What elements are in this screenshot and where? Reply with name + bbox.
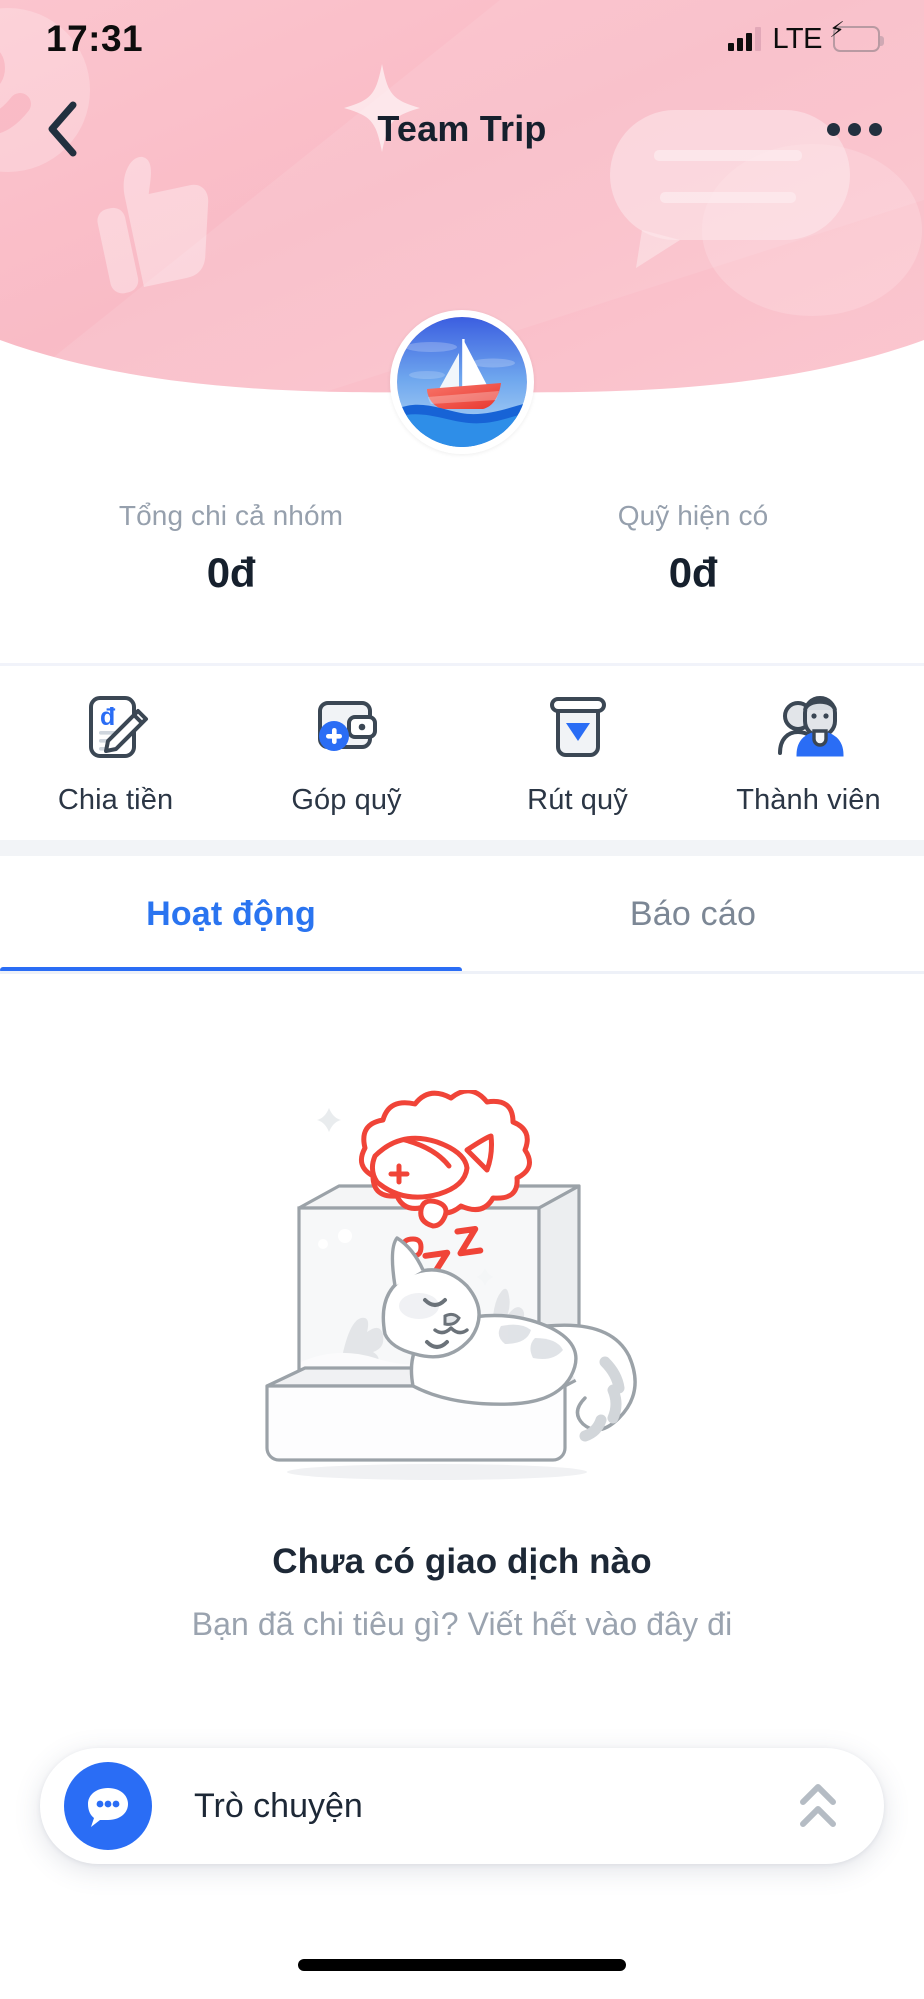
- stat-label: Tổng chi cả nhóm: [118, 500, 344, 531]
- network-type-label: LTE: [772, 22, 822, 55]
- empty-state: Chưa có giao dịch nào Bạn đã chi tiêu gì…: [0, 1090, 924, 1643]
- home-indicator: [298, 1959, 626, 1971]
- action-label: Chia tiền: [57, 783, 174, 816]
- more-horizontal-icon: [868, 122, 882, 136]
- group-avatar[interactable]: [390, 310, 534, 454]
- tab-bar-divider: [0, 971, 924, 974]
- chat-bar[interactable]: Trò chuyện: [40, 1748, 884, 1864]
- tab-label: Báo cáo: [629, 895, 757, 933]
- tab-activity[interactable]: Hoạt động: [0, 856, 462, 973]
- stat-value: 0đ: [668, 549, 718, 596]
- status-bar-clock: 17:31: [46, 18, 144, 59]
- stat-total-spent: Tổng chi cả nhóm 0đ: [0, 500, 462, 597]
- sailboat-avatar-icon: [397, 317, 527, 447]
- double-chevron-up-icon[interactable]: [790, 1778, 846, 1834]
- more-options-button[interactable]: [824, 99, 884, 159]
- stat-value: 0đ: [206, 549, 256, 596]
- quick-actions-row: đ Chia tiền Góp quỹ Rút quỹ Thành viên: [0, 666, 924, 840]
- tab-bar: Hoạt động Báo cáo: [0, 856, 924, 973]
- action-members[interactable]: Thành viên: [693, 690, 924, 817]
- status-bar-indicators: LTE ⚡: [728, 19, 884, 56]
- empty-state-subtitle: Bạn đã chi tiêu gì? Viết hết vào đây đi: [191, 1606, 733, 1642]
- stat-label: Quỹ hiện có: [617, 500, 769, 531]
- action-label: Thành viên: [736, 783, 881, 816]
- wallet-add-icon: [305, 690, 389, 764]
- more-horizontal-icon: [826, 122, 840, 136]
- action-split-bill[interactable]: đ Chia tiền: [0, 690, 231, 817]
- stat-current-fund: Quỹ hiện có 0đ: [462, 500, 924, 597]
- signal-bars-icon: [728, 27, 762, 51]
- group-stats: Tổng chi cả nhóm 0đ Quỹ hiện có 0đ: [0, 500, 924, 663]
- more-horizontal-icon: [847, 122, 861, 136]
- chat-bubble-icon: [64, 1762, 152, 1850]
- svg-text:đ: đ: [100, 703, 116, 731]
- members-icon: [767, 690, 851, 764]
- action-label: Rút quỹ: [527, 783, 628, 816]
- section-separator: [0, 840, 924, 856]
- chat-bar-label: Trò chuyện: [194, 1786, 363, 1825]
- app-screen: 17:31 LTE ⚡ Team Trip Tổng chi cả nhóm 0…: [0, 0, 924, 1999]
- withdraw-icon: [536, 690, 620, 764]
- sleeping-cat-fishtank-illustration: [265, 1090, 637, 1480]
- tab-report[interactable]: Báo cáo: [462, 856, 924, 973]
- battery-charging-icon: ⚡: [829, 19, 884, 52]
- action-withdraw-fund[interactable]: Rút quỹ: [462, 690, 693, 817]
- action-label: Góp quỹ: [291, 783, 402, 816]
- split-bill-icon: đ: [74, 690, 158, 764]
- tab-label: Hoạt động: [146, 895, 316, 933]
- empty-state-title: Chưa có giao dịch nào: [272, 1542, 652, 1581]
- page-title: Team Trip: [377, 108, 547, 149]
- navigation-bar: Team Trip: [0, 90, 924, 168]
- action-contribute-fund[interactable]: Góp quỹ: [231, 690, 462, 817]
- status-bar: 17:31 LTE ⚡: [0, 0, 924, 78]
